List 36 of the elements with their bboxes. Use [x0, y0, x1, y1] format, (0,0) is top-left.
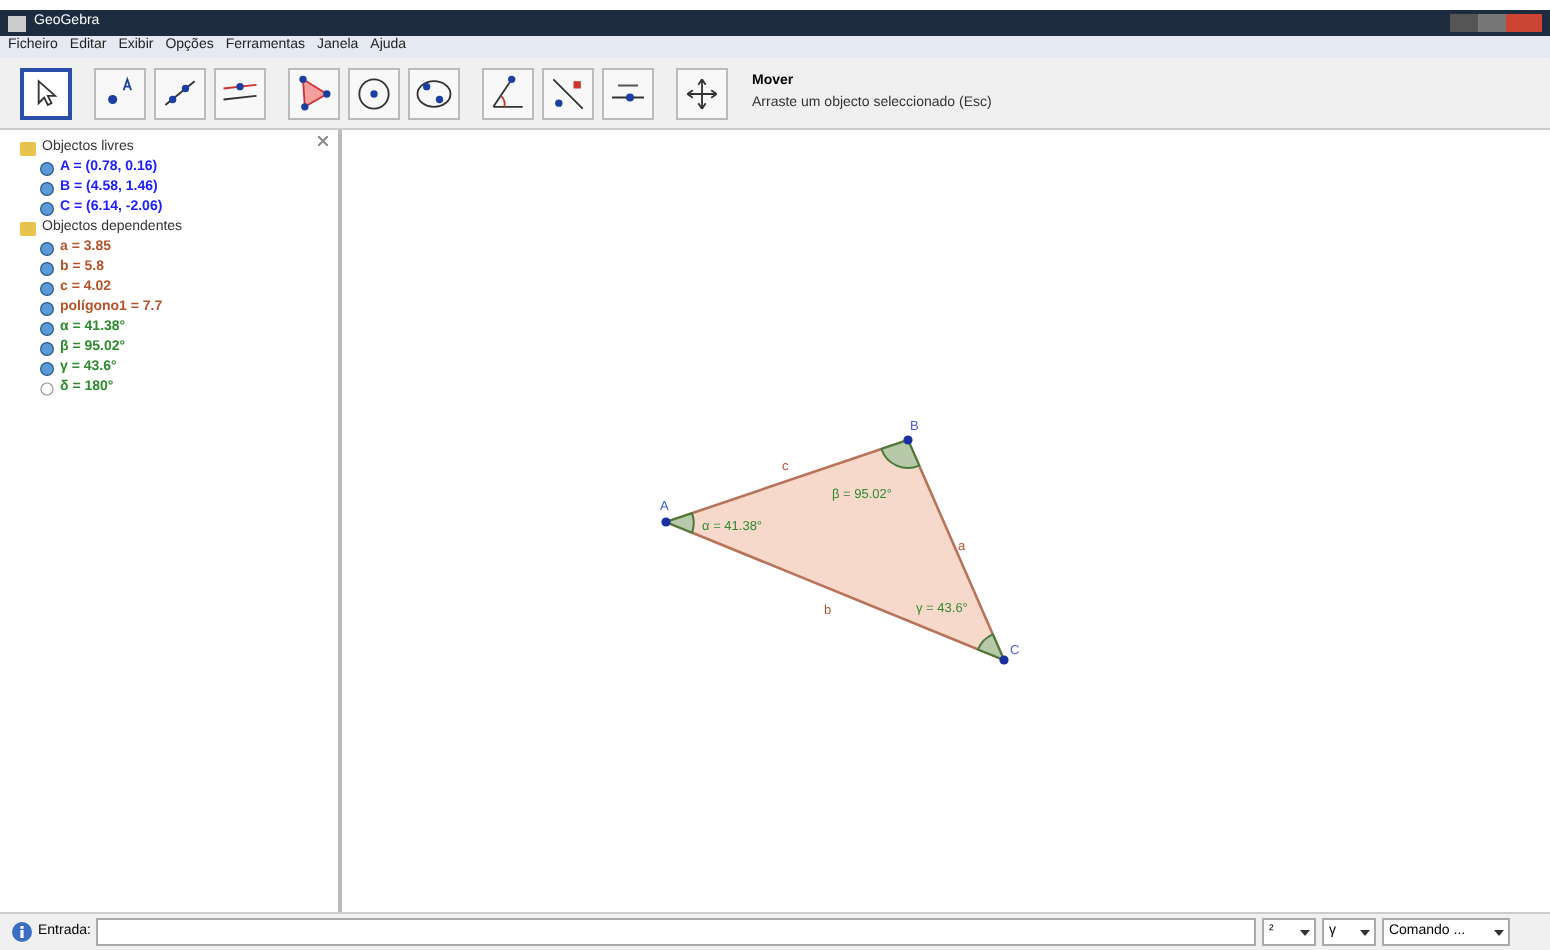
caret-icon — [1300, 929, 1311, 935]
tool-button[interactable] — [288, 67, 340, 119]
visibility-toggle[interactable] — [40, 241, 54, 255]
visibility-toggle[interactable] — [40, 181, 54, 195]
tool-button[interactable] — [94, 67, 146, 119]
visibility-toggle[interactable] — [40, 281, 54, 295]
tool-button[interactable] — [348, 67, 400, 119]
visibility-toggle[interactable] — [40, 321, 54, 335]
visibility-toggle[interactable] — [40, 361, 54, 375]
tool-button[interactable] — [408, 67, 460, 119]
tool-button[interactable] — [214, 67, 266, 119]
input-field[interactable] — [96, 918, 1257, 946]
angle-arc — [665, 512, 695, 534]
visibility-toggle[interactable] — [40, 381, 54, 395]
visibility-toggle[interactable] — [40, 341, 54, 355]
angle-arc — [977, 633, 1005, 661]
caret-icon — [1494, 929, 1505, 935]
app-icon — [8, 15, 26, 31]
tool-button[interactable] — [154, 67, 206, 119]
visibility-toggle[interactable] — [40, 261, 54, 275]
caret-icon — [1360, 929, 1371, 935]
point[interactable] — [999, 655, 1009, 665]
close-icon[interactable] — [318, 136, 328, 146]
info-icon[interactable] — [12, 922, 32, 942]
point[interactable] — [903, 435, 913, 445]
tool-button[interactable] — [482, 67, 534, 119]
visibility-toggle[interactable] — [40, 301, 54, 315]
tool-button[interactable] — [676, 67, 728, 119]
point[interactable] — [661, 517, 671, 527]
slider-icon — [612, 84, 644, 102]
tool-button[interactable] — [542, 67, 594, 119]
tool-button[interactable] — [602, 67, 654, 119]
tool-button[interactable] — [20, 67, 72, 119]
visibility-toggle[interactable] — [40, 161, 54, 175]
angle-arc — [880, 439, 921, 469]
visibility-toggle[interactable] — [40, 201, 54, 215]
